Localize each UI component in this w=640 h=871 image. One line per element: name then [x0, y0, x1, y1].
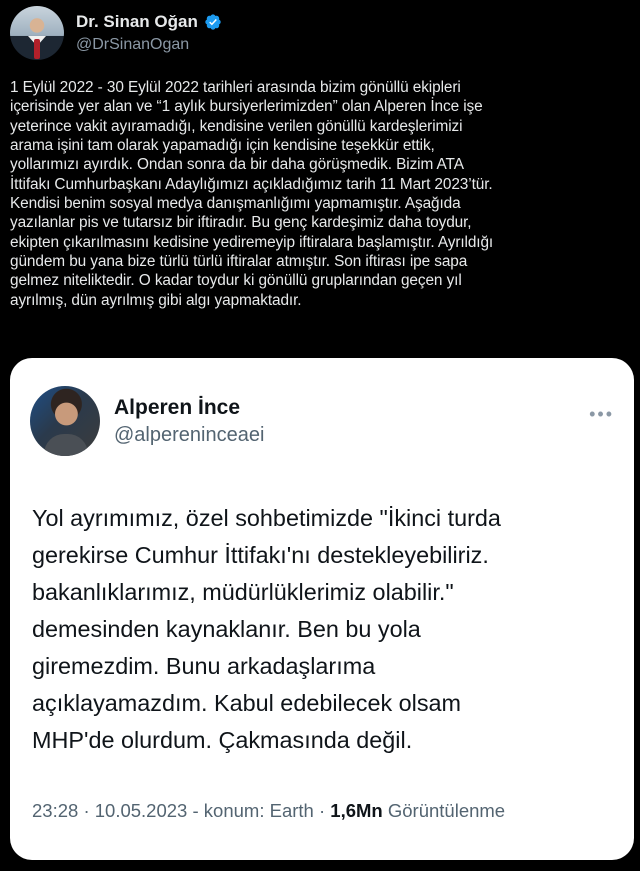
quoted-tweet-card[interactable]: Alperen İnce @alpereninceaei ••• Yol ayr…: [10, 358, 634, 860]
avatar-tie: [34, 39, 40, 59]
tweet-time[interactable]: 23:28: [32, 800, 78, 821]
verified-badge-icon: [205, 14, 221, 30]
quoted-tweet-text: Yol ayrımımız, özel sohbetimizde "İkinci…: [32, 505, 501, 753]
quoted-author-display-name[interactable]: Alperen İnce: [114, 396, 240, 420]
tweet-location: konum: Earth: [203, 800, 314, 821]
quoted-tweet-meta: 23:28 · 10.05.2023 - konum: Earth · 1,6M…: [32, 800, 505, 822]
views-label: Görüntülenme: [387, 800, 506, 821]
tweet-body-text: 1 Eylül 2022 - 30 Eylül 2022 tarihleri a…: [10, 79, 494, 309]
author-avatar[interactable]: [10, 6, 64, 60]
more-options-icon[interactable]: •••: [589, 404, 614, 425]
meta-separator: ·: [318, 800, 331, 821]
avatar-body: [44, 434, 88, 456]
meta-separator: -: [192, 800, 204, 821]
author-name-row: Dr. Sinan Oğan: [76, 12, 222, 32]
tweet-header: Dr. Sinan Oğan @DrSinanOgan: [10, 6, 630, 66]
tweet-date[interactable]: 10.05.2023: [95, 800, 188, 821]
quoted-author-handle[interactable]: @alpereninceaei: [114, 424, 264, 447]
author-handle[interactable]: @DrSinanOgan: [76, 36, 189, 54]
author-display-name[interactable]: Dr. Sinan Oğan: [76, 12, 198, 32]
meta-separator: ·: [83, 800, 95, 821]
quoted-author-avatar[interactable]: [30, 386, 100, 456]
views-count[interactable]: 1,6Mn: [330, 800, 382, 821]
